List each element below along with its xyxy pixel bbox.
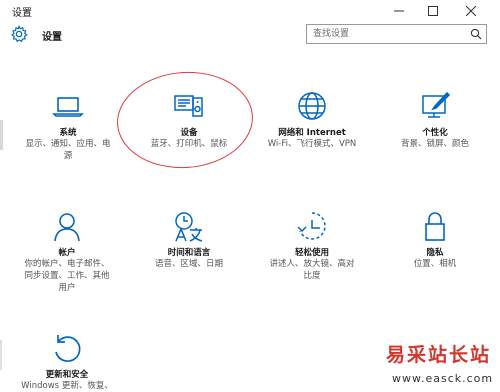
category-name: 设备: [180, 128, 198, 138]
minimize-button[interactable]: [384, 0, 414, 22]
category-desc-line: 比度: [303, 271, 321, 281]
watermark: 易采站长站 www.easck.com: [372, 334, 500, 392]
category-name: 系统: [59, 128, 77, 138]
gear-icon: [11, 25, 28, 43]
category-name: 轻松使用: [294, 248, 329, 258]
search-input[interactable]: [313, 27, 463, 41]
category-name: 网络和 Internet: [278, 128, 346, 138]
left-scroll-marker: [0, 120, 3, 150]
devices-icon: [174, 95, 203, 117]
category-name: 帐户: [58, 248, 76, 258]
category-desc-line: 背景、锁屏、颜色: [400, 139, 469, 149]
category-desc-line: 位置、相机: [413, 259, 457, 269]
category-update-security[interactable]: 更新和安全 Windows 更新、恢复、: [14, 332, 120, 392]
update-icon: [55, 335, 81, 362]
watermark-text: 易采站长站: [386, 344, 492, 366]
category-desc-line: 蓝牙、打印机、鼠标: [150, 139, 228, 149]
window-title: 设置: [12, 8, 32, 19]
page-title: 设置: [42, 32, 62, 43]
category-system[interactable]: 系统 显示、通知、应用、电 源: [16, 90, 120, 170]
category-network[interactable]: 网络和 Internet Wi-Fi、飞行模式、VPN: [258, 90, 366, 160]
category-ease-of-access[interactable]: 轻松使用 讲述人、放大镜、高对 比度: [258, 210, 366, 290]
close-icon: [466, 6, 476, 16]
maximize-button[interactable]: [418, 0, 448, 22]
category-name: 个性化: [422, 128, 448, 138]
person-icon: [54, 213, 80, 242]
category-personalization[interactable]: 个性化 背景、锁屏、颜色: [383, 90, 487, 160]
globe-icon: [298, 92, 326, 120]
category-privacy[interactable]: 隐私 位置、相机: [383, 210, 487, 280]
category-desc-line: 语音、区域、日期: [154, 259, 223, 269]
category-desc-line: 用户: [58, 283, 76, 293]
category-desc-line: 同步设置、工作、其他: [24, 271, 110, 281]
category-name: 时间和语言: [167, 248, 211, 258]
category-desc-line: 源: [63, 151, 73, 161]
maximize-icon: [428, 6, 438, 16]
category-desc-line: Windows 更新、恢复、: [21, 381, 113, 391]
close-button[interactable]: [456, 0, 486, 22]
category-name: 更新和安全: [45, 370, 89, 380]
category-devices[interactable]: 设备 蓝牙、打印机、鼠标: [137, 90, 241, 160]
time-language-icon: [175, 212, 203, 242]
personalization-icon: [422, 91, 451, 118]
ease-of-access-icon: [297, 212, 326, 240]
category-accounts[interactable]: 帐户 你的帐户、电子邮件、 同步设置、工作、其他 用户: [14, 210, 120, 300]
category-desc-line: 你的帐户、电子邮件、: [24, 259, 110, 269]
minimize-icon: [394, 10, 404, 12]
watermark-url: www.easck.com: [392, 372, 494, 385]
category-time-language[interactable]: 时间和语言 语音、区域、日期: [137, 210, 241, 280]
laptop-icon: [52, 97, 84, 117]
search-box[interactable]: [306, 24, 487, 44]
search-icon[interactable]: [470, 28, 482, 40]
settings-window: 设置 设置 查找设置 系统 显示、通知、应用、电 源 设备 蓝牙、打印机、鼠标 …: [0, 0, 500, 392]
category-desc-line: Wi-Fi、飞行模式、VPN: [267, 139, 357, 149]
window-left-edge: [0, 340, 2, 370]
category-desc-line: 显示、通知、应用、电: [25, 139, 111, 149]
category-desc-line: 讲述人、放大镜、高对: [269, 259, 355, 269]
title-bar[interactable]: 设置: [0, 0, 500, 22]
category-name: 隐私: [426, 248, 444, 258]
lock-icon: [425, 212, 445, 241]
